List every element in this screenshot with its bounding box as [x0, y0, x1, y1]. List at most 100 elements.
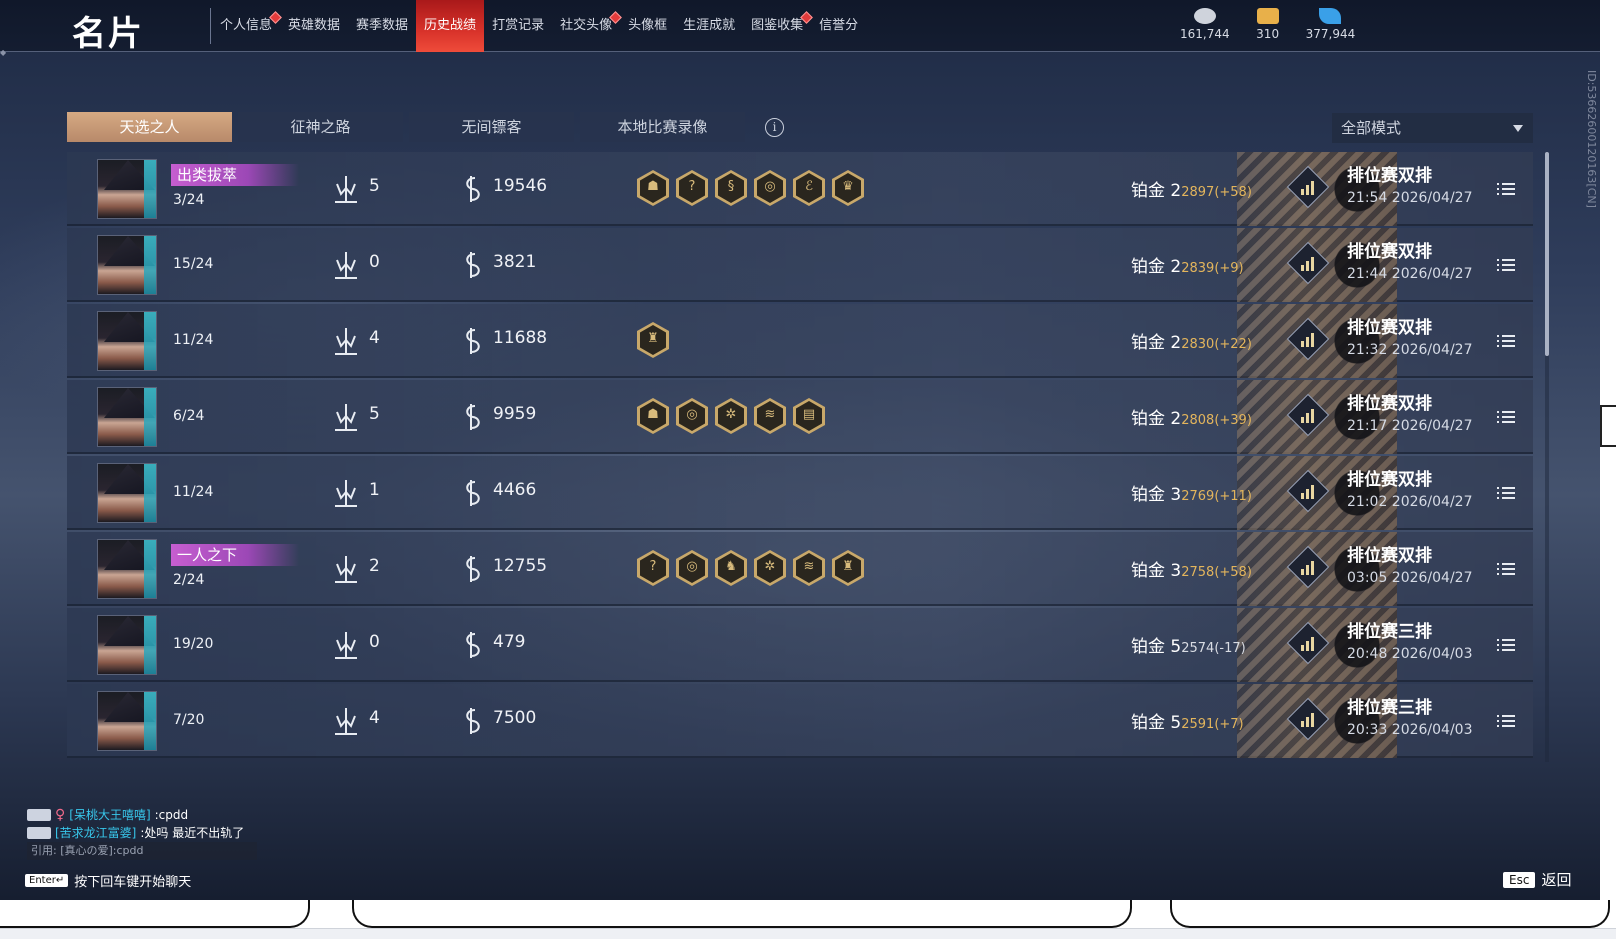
nav-tab-3[interactable]: 历史战绩 — [416, 0, 485, 52]
damage-value: 12755 — [493, 556, 548, 576]
match-row[interactable]: 15/24 0 3821 铂金 22839(+9) 排位赛双排 21:44 2026/04… — [67, 228, 1533, 302]
damage-value: 4466 — [493, 480, 537, 500]
details-menu-icon[interactable] — [1497, 637, 1515, 651]
damage-value: 11688 — [493, 328, 548, 348]
details-menu-icon[interactable] — [1497, 561, 1515, 575]
trend-bar — [1301, 721, 1304, 727]
match-row[interactable]: 19/20 0 479 铂金 52574(-17) 排位赛三排 20:48 2026/04… — [67, 608, 1533, 682]
mode-tab-1[interactable]: 征神之路 — [238, 112, 403, 142]
damage-icon — [466, 480, 480, 506]
mode-tab-0[interactable]: 天选之人 — [67, 112, 232, 142]
kills-icon-wrap — [333, 174, 359, 204]
damage-icon-wrap — [459, 630, 485, 660]
match-row[interactable]: 7/20 4 7500 铂金 52591(+7) 排位赛三排 20:33 2026/04/… — [67, 684, 1533, 758]
list-icon — [1497, 183, 1515, 195]
achievement-badge-icon[interactable]: ▤ — [793, 398, 825, 434]
match-row[interactable]: 11/24 1 4466 铂金 32769(+11) 排位赛双排 21:02 2026/0… — [67, 456, 1533, 530]
match-row[interactable]: 6/24 5 9959 ☗ ◎ ✲ ≋ ▤ 铂金 22808(+39) 排位赛双排 21:17 20… — [67, 380, 1533, 454]
achievement-badge-icon[interactable]: § — [715, 170, 747, 206]
top-nav: 个人信息 英雄数据 赛季数据 历史战绩 打赏记录 社交头像 头像框 生涯成就 图鉴收集 信誉分 — [212, 0, 866, 52]
achievement-badge-icon[interactable]: ? — [676, 170, 708, 206]
achievement-badge-icon[interactable]: ◎ — [676, 550, 708, 586]
tier-info: 铂金 22839(+9) — [1131, 252, 1244, 277]
achievement-badge-icon[interactable]: ♞ — [715, 550, 747, 586]
nav-tab-1[interactable]: 英雄数据 — [280, 0, 348, 52]
achievement-badge-icon[interactable]: ♜ — [832, 550, 864, 586]
nav-tab-4[interactable]: 打赏记录 — [484, 0, 552, 52]
achievement-badge-icon[interactable]: ✲ — [754, 550, 786, 586]
kills-count: 5 — [369, 404, 380, 424]
nav-tab-label: 社交头像 — [560, 18, 613, 33]
trend-bar — [1306, 261, 1309, 271]
hero-avatar[interactable] — [97, 463, 157, 523]
hero-avatar[interactable] — [97, 235, 157, 295]
match-time: 20:33 2026/04/03 — [1347, 722, 1473, 738]
hero-avatar[interactable] — [97, 539, 157, 599]
match-row[interactable]: 11/24 4 11688 ♜ 铂金 22830(+22) 排位赛双排 21:32 2026… — [67, 304, 1533, 378]
match-history-list[interactable]: 出类拔萃 3/24 5 19546 ☗? § ◎ ℰ ♛ 铂金 22897(+58) 排位赛双排 21… — [67, 152, 1533, 762]
kills-icon-wrap — [333, 630, 359, 660]
achievement-badge-icon[interactable]: ◎ — [676, 398, 708, 434]
kills-icon — [335, 176, 357, 203]
nav-tab-9[interactable]: 信誉分 — [811, 0, 866, 52]
nav-tab-8[interactable]: 图鉴收集 — [743, 0, 814, 52]
damage-icon — [466, 328, 480, 354]
nav-tab-0[interactable]: 个人信息 — [212, 0, 282, 52]
achievement-badge-icon[interactable]: ☗ — [637, 398, 669, 434]
damage-icon-wrap — [459, 250, 485, 280]
match-row[interactable]: 出类拔萃 3/24 5 19546 ☗? § ◎ ℰ ♛ 铂金 22897(+58) 排位赛双排 21… — [67, 152, 1533, 226]
placement-rank: 15/24 — [173, 256, 214, 272]
details-menu-icon[interactable] — [1497, 713, 1515, 727]
details-menu-icon[interactable] — [1497, 333, 1515, 347]
mode-filter-select[interactable]: 全部模式 — [1332, 113, 1533, 143]
mode-tab-3[interactable]: 本地比赛录像 — [580, 112, 745, 142]
tier-info: 铂金 52591(+7) — [1131, 708, 1244, 733]
achievement-badge-icon[interactable]: ◎ — [754, 170, 786, 206]
details-menu-icon[interactable] — [1497, 181, 1515, 195]
achievement-badge-icon[interactable]: ≋ — [793, 550, 825, 586]
chat-quote-line: 引用: [真心の爱]:cpdd — [27, 842, 287, 860]
currency-item: 161,744 — [1180, 8, 1230, 41]
match-row[interactable]: 一人之下 2/24 2 12755? ◎ ♞ ✲ ≋ ♜ 铂金 32758(+58) 排位赛双排 03… — [67, 532, 1533, 606]
chat-line: ♀ [呆桃大王嘻嘻] :cpdd — [27, 806, 287, 824]
trend-bar — [1311, 713, 1314, 727]
tier-info: 铂金 22897(+58) — [1131, 176, 1252, 201]
details-menu-icon[interactable] — [1497, 409, 1515, 423]
chat-sender[interactable]: [呆桃大王嘻嘻] — [69, 806, 150, 824]
achievement-badge-icon[interactable]: ? — [637, 550, 669, 586]
achievement-badge-icon[interactable]: ☗ — [637, 170, 669, 206]
nav-tab-2[interactable]: 赛季数据 — [348, 0, 416, 52]
achievement-badge-icon[interactable]: ♜ — [637, 322, 669, 358]
mode-tabs: 天选之人 征神之路 无间镖客 本地比赛录像 — [67, 112, 745, 142]
hero-avatar[interactable] — [97, 691, 157, 751]
list-scrollbar[interactable] — [1545, 152, 1549, 762]
chat-enter-hint[interactable]: Enter↵ 按下回车键开始聊天 — [25, 871, 191, 890]
trend-bar — [1311, 485, 1314, 499]
details-menu-icon[interactable] — [1497, 485, 1515, 499]
divider-diamond-icon: ◆ — [0, 48, 7, 57]
back-button[interactable]: Esc 返回 — [1503, 869, 1571, 890]
kills-icon-wrap — [333, 478, 359, 508]
info-icon[interactable]: i — [765, 118, 784, 137]
tier-score: 2830(+22) — [1181, 337, 1252, 352]
trend-bar — [1301, 493, 1304, 499]
nav-tab-6[interactable]: 头像框 — [620, 0, 675, 52]
damage-icon — [466, 176, 480, 202]
details-menu-icon[interactable] — [1497, 257, 1515, 271]
achievement-badge-icon[interactable]: ≋ — [754, 398, 786, 434]
scrollbar-thumb[interactable] — [1545, 152, 1549, 356]
hero-avatar[interactable] — [97, 387, 157, 447]
achievement-badge-icon[interactable]: ℰ — [793, 170, 825, 206]
nav-tab-5[interactable]: 社交头像 — [552, 0, 622, 52]
damage-value: 479 — [493, 632, 526, 652]
hero-avatar[interactable] — [97, 615, 157, 675]
hero-avatar[interactable] — [97, 159, 157, 219]
chat-sender[interactable]: [苦求龙江富婆] — [55, 824, 136, 842]
mode-tab-2[interactable]: 无间镖客 — [409, 112, 574, 142]
nav-tab-7[interactable]: 生涯成就 — [675, 0, 743, 52]
hero-avatar[interactable] — [97, 311, 157, 371]
back-label: 返回 — [1541, 871, 1572, 889]
achievement-badge-icon[interactable]: ♛ — [832, 170, 864, 206]
achievement-badge-icon[interactable]: ✲ — [715, 398, 747, 434]
trend-bar — [1306, 185, 1309, 195]
